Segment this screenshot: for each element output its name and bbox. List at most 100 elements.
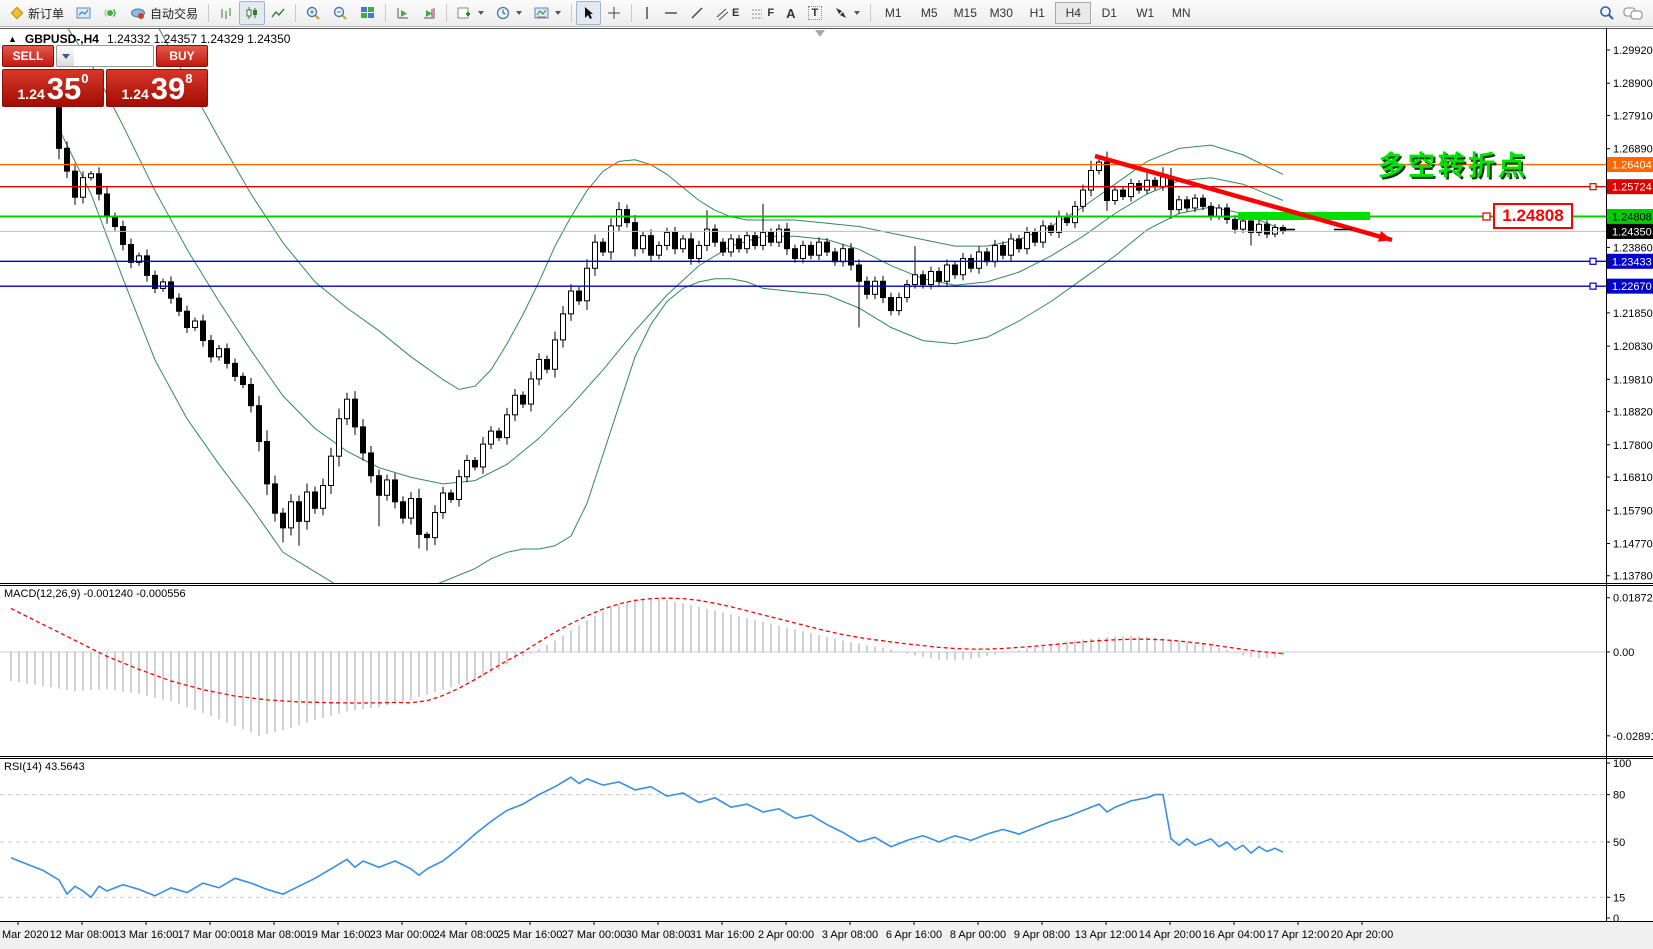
svg-text:-0.028913: -0.028913 xyxy=(1613,731,1653,743)
profile-prev-button[interactable] xyxy=(390,1,416,25)
svg-text:1.27910: 1.27910 xyxy=(1613,110,1653,122)
svg-text:16 Apr 04:00: 16 Apr 04:00 xyxy=(1203,929,1265,941)
vertical-line-tool-button[interactable] xyxy=(636,1,658,25)
sell-price-tile[interactable]: 1.24 35 0 xyxy=(2,69,104,107)
dropdown-arrow-icon xyxy=(555,11,561,15)
svg-text:0.018721: 0.018721 xyxy=(1613,593,1653,605)
svg-text:6 Apr 16:00: 6 Apr 16:00 xyxy=(886,929,942,941)
buy-price-tile[interactable]: 1.24 39 8 xyxy=(106,69,208,107)
label-anchor-handle xyxy=(1483,213,1490,220)
svg-text:1.22670: 1.22670 xyxy=(1612,281,1652,293)
svg-text:80: 80 xyxy=(1613,790,1625,802)
profile-next-button[interactable] xyxy=(416,1,442,25)
horizontal-line-tool-button[interactable] xyxy=(658,1,684,25)
svg-text:1.24350: 1.24350 xyxy=(1612,226,1652,238)
channel-tool-button[interactable]: E xyxy=(710,1,745,25)
text-tool-button[interactable]: A xyxy=(780,1,801,25)
auto-trading-button[interactable]: 自动交易 xyxy=(124,1,204,25)
cursor-tool-button[interactable] xyxy=(576,1,601,25)
arrows-icon xyxy=(834,6,848,20)
add-indicator-button[interactable] xyxy=(451,1,490,25)
zoom-in-icon xyxy=(306,6,321,21)
svg-text:24 Mar 08:00: 24 Mar 08:00 xyxy=(434,929,499,941)
svg-text:1.20830: 1.20830 xyxy=(1613,341,1653,353)
svg-text:1.24808: 1.24808 xyxy=(1612,212,1652,224)
svg-text:25 Mar 16:00: 25 Mar 16:00 xyxy=(498,929,563,941)
svg-text:30 Mar 08:00: 30 Mar 08:00 xyxy=(626,929,691,941)
svg-text:8 Apr 00:00: 8 Apr 00:00 xyxy=(950,929,1006,941)
buy-price-prefix: 1.24 xyxy=(122,84,149,104)
svg-text:1.21850: 1.21850 xyxy=(1613,308,1653,320)
svg-text:1.15790: 1.15790 xyxy=(1613,505,1653,517)
symbol-label: GBPUSD-,H4 xyxy=(25,32,99,46)
signal-button[interactable] xyxy=(97,1,124,25)
crosshair-tool-button[interactable] xyxy=(601,1,627,25)
period-button[interactable] xyxy=(490,1,528,25)
template-button[interactable] xyxy=(528,1,567,25)
level-price-label[interactable]: 1.24808 xyxy=(1493,203,1573,229)
candlestick-mode-button[interactable] xyxy=(239,1,265,25)
ohlc-values: 1.24332 1.24357 1.24329 1.24350 xyxy=(107,32,291,46)
svg-text:1.19810: 1.19810 xyxy=(1613,374,1653,386)
svg-text:17 Apr 12:00: 17 Apr 12:00 xyxy=(1267,929,1329,941)
arrows-tool-button[interactable] xyxy=(828,1,866,25)
timeframe-button-m1[interactable]: M1 xyxy=(875,2,911,24)
profile-next-icon xyxy=(422,6,436,20)
svg-text:1.13780: 1.13780 xyxy=(1613,571,1653,583)
chart-canvas[interactable]: 1.299201.289001.279101.268901.238601.218… xyxy=(0,28,1653,949)
timeframe-button-d1[interactable]: D1 xyxy=(1091,2,1127,24)
svg-text:17 Mar 00:00: 17 Mar 00:00 xyxy=(178,929,243,941)
timeframe-button-h4[interactable]: H4 xyxy=(1055,2,1091,24)
timeframe-button-m15[interactable]: M15 xyxy=(947,2,983,24)
svg-text:11 Mar 2020: 11 Mar 2020 xyxy=(0,929,48,941)
dropdown-arrow-icon xyxy=(478,11,484,15)
sell-price-prefix: 1.24 xyxy=(18,84,45,104)
timeframe-button-h1[interactable]: H1 xyxy=(1019,2,1055,24)
main-toolbar: 新订单 自动交易 xyxy=(0,0,1653,27)
tile-windows-button[interactable] xyxy=(354,1,381,25)
timeframe-button-m5[interactable]: M5 xyxy=(911,2,947,24)
symbol-header: ▲ GBPUSD-,H4 1.24332 1.24357 1.24329 1.2… xyxy=(8,32,290,46)
rsi-label: RSI(14) 43.5643 xyxy=(4,761,85,773)
new-order-button[interactable]: 新订单 xyxy=(4,1,70,25)
one-click-trade-panel: SELL BUY 1.24 35 0 1.24 39 8 xyxy=(2,45,208,107)
toolbar-separator xyxy=(446,4,447,22)
line-chart-icon xyxy=(271,6,285,20)
turning-point-annotation[interactable]: 多空转折点 xyxy=(1378,144,1528,183)
vertical-line-icon xyxy=(642,6,652,20)
trade-panel-toggle-icon[interactable]: ▲ xyxy=(8,34,17,44)
zoom-out-button[interactable] xyxy=(327,1,354,25)
sell-button[interactable]: SELL xyxy=(2,45,54,67)
volume-input[interactable] xyxy=(74,46,154,66)
chat-icon[interactable] xyxy=(1623,6,1643,21)
search-icon[interactable] xyxy=(1599,5,1615,21)
fibonacci-tool-button[interactable]: F xyxy=(745,1,780,25)
bar-chart-mode-button[interactable] xyxy=(213,1,239,25)
svg-text:14 Apr 20:00: 14 Apr 20:00 xyxy=(1139,929,1201,941)
zoom-in-button[interactable] xyxy=(300,1,327,25)
new-order-label: 新订单 xyxy=(28,5,64,22)
timeframe-button-mn[interactable]: MN xyxy=(1163,2,1199,24)
trendline-icon xyxy=(690,6,704,20)
text-label-tool-button[interactable]: T xyxy=(802,1,829,25)
tile-windows-icon xyxy=(360,6,375,20)
toolbar-separator xyxy=(870,4,871,22)
svg-text:3 Apr 08:00: 3 Apr 08:00 xyxy=(822,929,878,941)
line-chart-mode-button[interactable] xyxy=(265,1,291,25)
dropdown-arrow-icon xyxy=(854,11,860,15)
chart-window-button[interactable] xyxy=(70,1,97,25)
svg-text:1.25724: 1.25724 xyxy=(1612,182,1652,194)
timeframe-button-m30[interactable]: M30 xyxy=(983,2,1019,24)
auto-trading-label: 自动交易 xyxy=(150,5,198,22)
auto-trading-icon xyxy=(130,6,146,20)
trendline-tool-button[interactable] xyxy=(684,1,710,25)
new-order-icon xyxy=(10,6,24,20)
svg-text:1.29920: 1.29920 xyxy=(1613,45,1653,57)
timeframe-button-w1[interactable]: W1 xyxy=(1127,2,1163,24)
sell-price-big: 35 xyxy=(47,74,81,104)
svg-text:18 Mar 08:00: 18 Mar 08:00 xyxy=(242,929,307,941)
signal-icon xyxy=(103,6,118,20)
volume-decrease-button[interactable] xyxy=(57,46,74,66)
svg-text:1.16810: 1.16810 xyxy=(1613,472,1653,484)
buy-button[interactable]: BUY xyxy=(156,45,208,67)
